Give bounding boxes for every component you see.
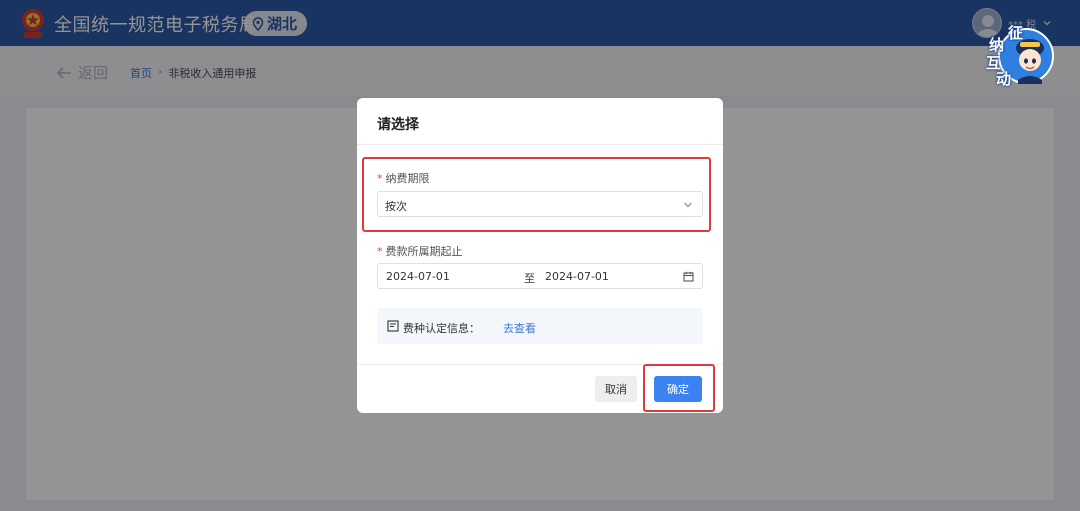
cancel-button[interactable]: 取消 (595, 376, 637, 402)
fee-period-date-range[interactable]: 2024-07-01 至 2024-07-01 (377, 263, 703, 289)
range-separator: 至 (524, 272, 535, 285)
end-date[interactable]: 2024-07-01 (545, 270, 609, 283)
document-icon (387, 320, 399, 332)
mascot-badge[interactable]: 征 纳 互 动 (978, 22, 1056, 88)
divider (357, 144, 723, 145)
mascot-char-1: 征 (1008, 24, 1024, 42)
mascot-char-4: 动 (996, 70, 1012, 88)
highlight-payment-period (362, 157, 711, 232)
fee-period-label-text: 费款所属期起止 (385, 245, 463, 258)
highlight-confirm-button (643, 364, 715, 412)
fee-period-label: * 费款所属期起止 (377, 243, 463, 259)
dialog-title: 请选择 (377, 117, 419, 133)
required-mark: * (377, 245, 383, 258)
start-date[interactable]: 2024-07-01 (386, 270, 450, 283)
calendar-icon (683, 271, 694, 282)
view-fee-info-link[interactable]: 去查看 (503, 320, 536, 336)
fee-info-label: 费种认定信息： (403, 322, 480, 335)
fee-info-box: 费种认定信息： 去查看 (377, 308, 703, 344)
